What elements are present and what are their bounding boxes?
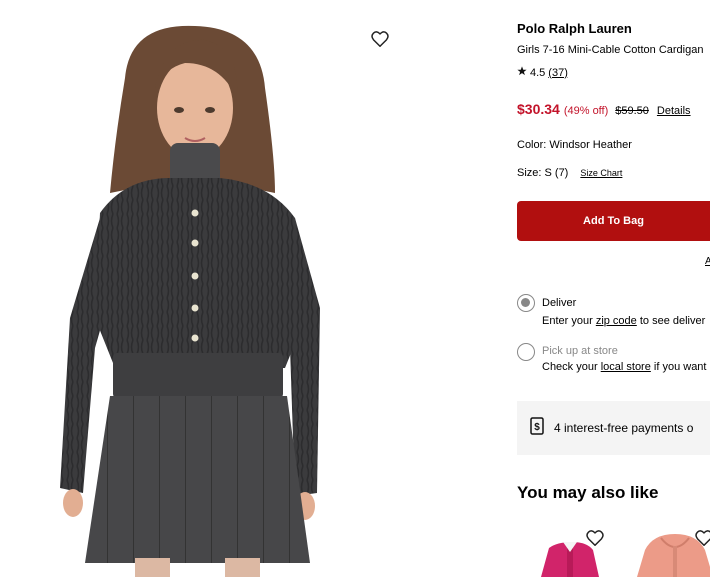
- brand-name[interactable]: Polo Ralph Lauren: [517, 21, 632, 36]
- pickup-subtext: Check your local store if you want: [542, 361, 706, 373]
- price-details-link[interactable]: Details: [657, 105, 691, 117]
- rating[interactable]: 4.5 (37): [517, 66, 568, 79]
- local-store-link[interactable]: local store: [601, 361, 651, 373]
- pickup-sub-prefix: Check your: [542, 361, 601, 373]
- review-count-link[interactable]: (37): [548, 67, 568, 79]
- deliver-subtext: Enter your zip code to see deliver: [542, 315, 705, 327]
- deliver-sub-suffix: to see deliver: [636, 315, 706, 327]
- star-icon: [517, 66, 527, 79]
- product-image[interactable]: [55, 18, 405, 577]
- size-row: Size: S (7) Size Chart: [517, 167, 622, 179]
- product-photo: [60, 25, 320, 577]
- deliver-title: Deliver: [542, 297, 577, 309]
- discount-percent: (49% off): [563, 105, 609, 117]
- color-label: Color: Windsor Heather: [517, 139, 632, 151]
- original-price: $59.50: [615, 105, 649, 117]
- size-chart-link[interactable]: Size Chart: [580, 168, 622, 178]
- sale-price: $30.34: [517, 101, 560, 117]
- recommendation-heart-icon[interactable]: [584, 528, 606, 548]
- size-label: Size: S (7): [517, 167, 569, 179]
- wishlist-heart-icon[interactable]: [366, 26, 394, 52]
- pickup-title: Pick up at store: [542, 345, 618, 357]
- recommendation-heart-icon[interactable]: [693, 528, 710, 548]
- rating-value: 4.5: [530, 66, 546, 79]
- installments-text: 4 interest-free payments o: [554, 421, 694, 435]
- price-row: $30.34 (49% off) $59.50 Details: [517, 101, 691, 117]
- deliver-radio[interactable]: [517, 294, 535, 312]
- recommendations-heading: You may also like: [517, 483, 659, 502]
- deliver-sub-prefix: Enter your: [542, 315, 596, 327]
- add-to-bag-button[interactable]: Add To Bag: [517, 201, 710, 241]
- zip-code-link[interactable]: zip code: [596, 315, 637, 327]
- pickup-radio[interactable]: [517, 343, 535, 361]
- pickup-sub-suffix: if you want: [650, 361, 707, 373]
- svg-text:$: $: [534, 422, 540, 433]
- product-title: Girls 7-16 Mini-Cable Cotton Cardigan: [517, 44, 704, 56]
- dollar-card-icon: $: [530, 416, 544, 440]
- installments-banner[interactable]: $ 4 interest-free payments o: [517, 401, 710, 455]
- truncated-link[interactable]: A: [705, 256, 710, 267]
